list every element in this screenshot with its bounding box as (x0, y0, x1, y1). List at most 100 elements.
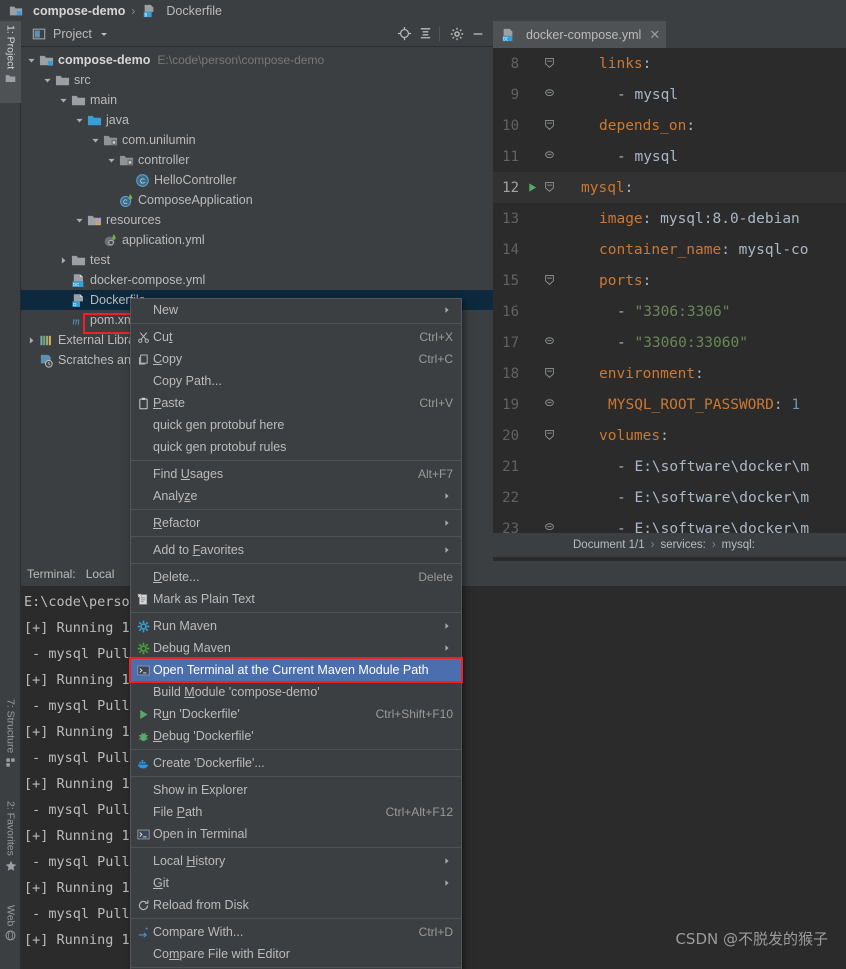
code-line[interactable]: 12mysql: (493, 172, 846, 203)
line-number: 14 (493, 242, 523, 258)
submenu-arrow-icon (441, 546, 453, 554)
close-icon[interactable]: ✕ (649, 27, 660, 43)
fold-toggle-icon[interactable] (541, 398, 557, 411)
run-gutter-icon[interactable] (523, 182, 541, 193)
menu-item-cut[interactable]: CutCtrl+X (131, 326, 461, 348)
menu-item-open-in-terminal[interactable]: Open in Terminal (131, 823, 461, 845)
menu-item-debug-maven[interactable]: Debug Maven (131, 637, 461, 659)
tree-item[interactable]: resources (21, 210, 493, 230)
fold-toggle-icon[interactable] (541, 336, 557, 349)
collapse-all-icon[interactable] (416, 25, 434, 43)
code-line[interactable]: 9- mysql (493, 79, 846, 110)
menu-item-delete[interactable]: Delete...Delete (131, 566, 461, 588)
fold-toggle-icon[interactable] (541, 274, 557, 287)
menu-item-quick-gen-protobuf-rules[interactable]: quick gen protobuf rules (131, 436, 461, 458)
terminal-tab-local[interactable]: Local (86, 567, 115, 581)
fold-toggle-icon[interactable] (541, 522, 557, 533)
fold-toggle-icon[interactable] (541, 57, 557, 70)
code-line[interactable]: 22- E:\software\docker\m (493, 482, 846, 513)
sidebar-item-project[interactable]: 1: Project (0, 21, 21, 103)
tree-item[interactable]: CHelloController (21, 170, 493, 190)
menu-item-open-terminal-at-the-current-maven-module-path[interactable]: Open Terminal at the Current Maven Modul… (131, 659, 461, 681)
code-editor[interactable]: 8links:9- mysql10depends_on:11- mysql12m… (493, 48, 846, 533)
menu-item-mark-as-plain-text[interactable]: Mark as Plain Text (131, 588, 461, 610)
code-line[interactable]: 16- "3306:3306" (493, 296, 846, 327)
menu-item-quick-gen-protobuf-here[interactable]: quick gen protobuf here (131, 414, 461, 436)
code-line[interactable]: 15ports: (493, 265, 846, 296)
tree-item[interactable]: application.yml (21, 230, 493, 250)
chevron-down-icon[interactable] (95, 25, 113, 43)
menu-item-copy-path[interactable]: Copy Path... (131, 370, 461, 392)
chevron-down-icon[interactable] (41, 76, 54, 85)
tree-item[interactable]: java (21, 110, 493, 130)
menu-item-file-path[interactable]: File PathCtrl+Alt+F12 (131, 801, 461, 823)
menu-item-find-usages[interactable]: Find UsagesAlt+F7 (131, 463, 461, 485)
code-line[interactable]: 14container_name: mysql-co (493, 234, 846, 265)
fold-toggle-icon[interactable] (541, 88, 557, 101)
code-line[interactable]: 21- E:\software\docker\m (493, 451, 846, 482)
tree-item[interactable]: src (21, 70, 493, 90)
sidebar-item-favorites[interactable]: 2: Favorites (0, 797, 21, 895)
sidebar-item-structure[interactable]: 7: Structure (0, 695, 21, 791)
chevron-down-icon[interactable] (73, 216, 86, 225)
menu-item-build-module-compose-demo[interactable]: Build Module 'compose-demo' (131, 681, 461, 703)
menu-item-run-dockerfile[interactable]: Run 'Dockerfile'Ctrl+Shift+F10 (131, 703, 461, 725)
fold-toggle-icon[interactable] (541, 181, 557, 194)
breadcrumb-document[interactable]: Document 1/1 (573, 539, 645, 551)
menu-item-analyze[interactable]: Analyze (131, 485, 461, 507)
chevron-down-icon[interactable] (25, 56, 38, 65)
chevron-down-icon[interactable] (105, 156, 118, 165)
menu-item-new[interactable]: New (131, 299, 461, 321)
chevron-right-icon[interactable] (25, 336, 38, 345)
menu-item-copy[interactable]: CopyCtrl+C (131, 348, 461, 370)
menu-item-reload-from-disk[interactable]: Reload from Disk (131, 894, 461, 916)
code-line[interactable]: 10depends_on: (493, 110, 846, 141)
chevron-down-icon[interactable] (89, 136, 102, 145)
tree-item[interactable]: DCdocker-compose.yml (21, 270, 493, 290)
menu-item-run-maven[interactable]: Run Maven (131, 615, 461, 637)
minimize-icon[interactable] (469, 25, 487, 43)
chevron-down-icon[interactable] (73, 116, 86, 125)
fold-toggle-icon[interactable] (541, 119, 557, 132)
fold-toggle-icon[interactable] (541, 150, 557, 163)
locate-target-icon[interactable] (395, 25, 413, 43)
tree-item[interactable]: main (21, 90, 493, 110)
fold-toggle-icon[interactable] (541, 367, 557, 380)
breadcrumb-mysql[interactable]: mysql: (722, 539, 755, 551)
menu-item-compare-file-with-editor[interactable]: Compare File with Editor (131, 943, 461, 965)
tree-item[interactable]: CComposeApplication (21, 190, 493, 210)
code-line[interactable]: 11- mysql (493, 141, 846, 172)
chevron-right-icon[interactable] (57, 256, 70, 265)
fold-toggle-icon[interactable] (541, 429, 557, 442)
tree-item[interactable]: controller (21, 150, 493, 170)
menu-item-create-dockerfile[interactable]: Create 'Dockerfile'... (131, 752, 461, 774)
code-line[interactable]: 19MYSQL_ROOT_PASSWORD: 1 (493, 389, 846, 420)
tree-item[interactable]: com.unilumin (21, 130, 493, 150)
menu-item-show-in-explorer[interactable]: Show in Explorer (131, 779, 461, 801)
context-menu[interactable]: New CutCtrl+XCopyCtrl+CCopy Path...PasteC… (130, 298, 462, 969)
menu-item-refactor[interactable]: Refactor (131, 512, 461, 534)
menu-item-paste[interactable]: PasteCtrl+V (131, 392, 461, 414)
menu-item-git[interactable]: Git (131, 872, 461, 894)
breadcrumb-file[interactable]: Dockerfile (166, 4, 222, 18)
menu-item-debug-dockerfile[interactable]: Debug 'Dockerfile' (131, 725, 461, 747)
code-line[interactable]: 18environment: (493, 358, 846, 389)
maven-green-icon (133, 642, 153, 655)
code-line[interactable]: 23- E:\software\docker\m (493, 513, 846, 533)
tree-item[interactable]: compose-demoE:\code\person\compose-demo (21, 50, 493, 70)
tab-docker-compose-yml[interactable]: DC docker-compose.yml ✕ (493, 21, 666, 48)
breadcrumb-services[interactable]: services: (660, 539, 705, 551)
code-line[interactable]: 20volumes: (493, 420, 846, 451)
code-line[interactable]: 8links: (493, 48, 846, 79)
menu-item-local-history[interactable]: Local History (131, 850, 461, 872)
gear-icon[interactable] (448, 25, 466, 43)
code-line[interactable]: 17- "33060:33060" (493, 327, 846, 358)
menu-item-add-to-favorites[interactable]: Add to Favorites (131, 539, 461, 561)
code-line[interactable]: 13image: mysql:8.0-debian (493, 203, 846, 234)
tree-item[interactable]: test (21, 250, 493, 270)
menu-item-compare-with[interactable]: Compare With...Ctrl+D (131, 921, 461, 943)
menu-item-shortcut: Ctrl+X (419, 330, 453, 344)
breadcrumb-project[interactable]: compose-demo (33, 4, 125, 18)
chevron-down-icon[interactable] (57, 96, 70, 105)
sidebar-item-web[interactable]: Web (0, 901, 21, 961)
